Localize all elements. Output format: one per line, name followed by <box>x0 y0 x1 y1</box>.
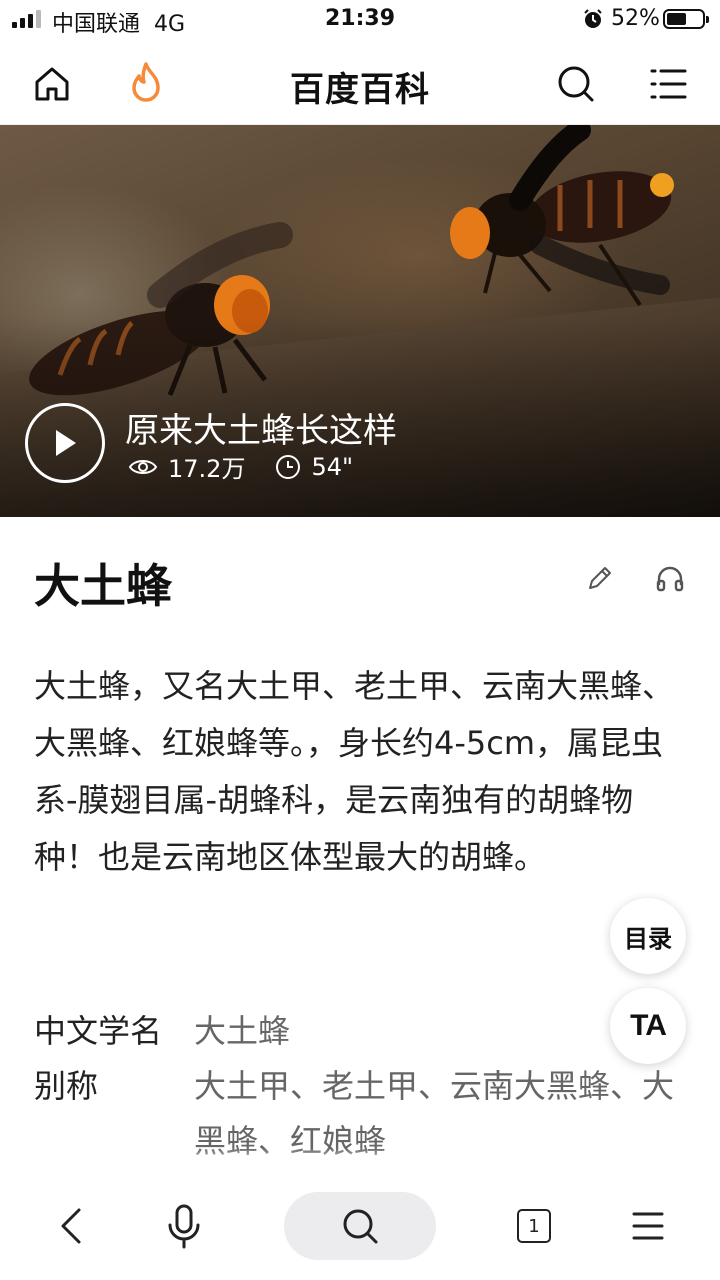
menu-icon <box>650 69 687 99</box>
video-meta: 17.2万 54" <box>128 449 353 484</box>
back-icon <box>61 1208 81 1244</box>
video-cover[interactable]: 原来大土蜂长这样 17.2万 54" <box>0 125 720 517</box>
listen-button[interactable] <box>652 560 688 596</box>
search-icon <box>343 1209 378 1244</box>
view-count: 17.2万 <box>168 455 246 483</box>
search-button[interactable] <box>550 58 602 110</box>
entry-title: 大土蜂 <box>34 559 172 613</box>
info-row: 中文学名 大土蜂 <box>34 1004 694 1059</box>
play-icon <box>56 430 76 456</box>
tabs-icon: 1 <box>517 1209 551 1243</box>
search-icon <box>558 66 594 102</box>
status-bar: 中国联通 4G 21:39 52% <box>0 0 720 40</box>
more-button[interactable] <box>622 1192 674 1260</box>
flame-icon <box>132 62 160 102</box>
alarm-icon <box>582 8 604 36</box>
hamburger-icon <box>632 1212 664 1240</box>
eye-icon <box>128 457 158 477</box>
play-button[interactable] <box>25 403 105 483</box>
pencil-icon <box>589 567 611 589</box>
bottom-toolbar: 1 <box>0 1148 720 1280</box>
battery-icon <box>663 9 709 29</box>
page-title: 百度百科 <box>290 70 430 110</box>
hot-button[interactable] <box>120 58 172 110</box>
menu-button[interactable] <box>642 58 694 110</box>
basic-info: 中文学名 大土蜂 别称 大土甲、老土甲、云南大黑蜂、大黑蜂、红娘蜂 <box>34 1004 694 1169</box>
home-button[interactable] <box>26 58 78 110</box>
bottom-search-button[interactable] <box>284 1192 436 1260</box>
battery-percent: 52% <box>611 6 660 31</box>
headphones-icon <box>656 566 684 592</box>
info-key: 中文学名 <box>34 1012 163 1050</box>
app-header: 百度百科 <box>0 44 720 125</box>
info-value: 大土蜂 <box>194 1012 291 1050</box>
microphone-icon <box>168 1204 200 1249</box>
voice-button[interactable] <box>158 1192 210 1260</box>
clock-icon <box>275 454 301 480</box>
video-duration: 54" <box>311 452 354 481</box>
toc-button[interactable]: 目录 <box>610 898 686 974</box>
entry-summary: 大土蜂，又名大土甲、老土甲、云南大黑蜂、大黑蜂、红娘蜂等。，身长约4-5cm，属… <box>34 667 675 876</box>
tabs-button[interactable]: 1 <box>508 1192 560 1260</box>
video-title: 原来大土蜂长这样 <box>125 411 397 451</box>
tab-count: 1 <box>528 1215 540 1237</box>
toc-label: 目录 <box>624 924 672 953</box>
home-icon <box>35 67 69 101</box>
back-button[interactable] <box>44 1192 96 1260</box>
edit-button[interactable] <box>582 560 618 596</box>
